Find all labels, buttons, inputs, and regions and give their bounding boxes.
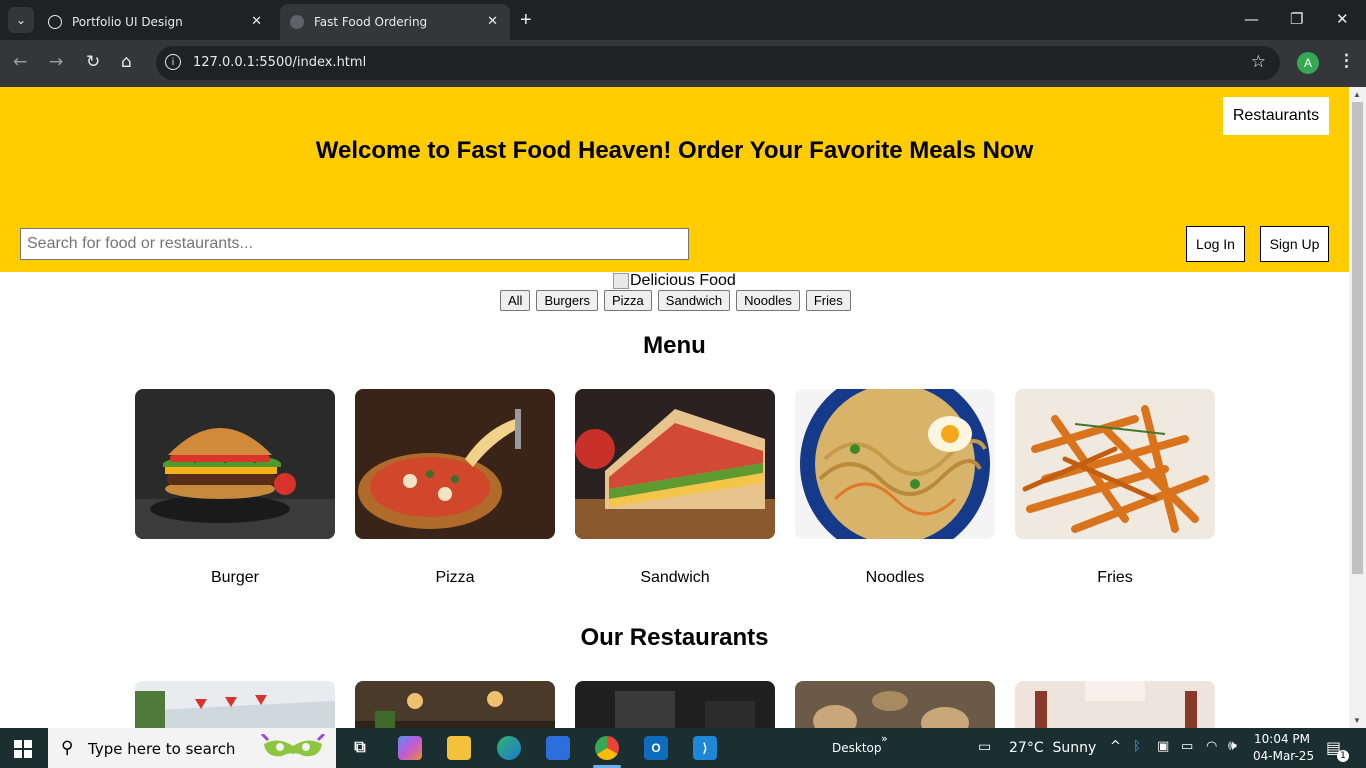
outlook-icon[interactable]: O <box>644 736 668 760</box>
filter-sandwich-button[interactable]: Sandwich <box>657 290 731 311</box>
scroll-up-icon[interactable]: ▲ <box>1353 90 1361 99</box>
close-tab-icon[interactable]: ✕ <box>487 14 498 29</box>
menu-card-pizza[interactable]: Pizza <box>355 389 555 587</box>
url-text[interactable]: 127.0.0.1:5500/index.html <box>193 55 366 70</box>
noodles-image[interactable] <box>795 389 995 539</box>
search-icon: ⚲ <box>61 738 74 757</box>
microsoft-store-icon[interactable] <box>546 736 570 760</box>
minimize-icon[interactable]: — <box>1244 10 1259 28</box>
search-input[interactable] <box>20 228 689 260</box>
clock-date[interactable]: 04-Mar-25 <box>1253 749 1314 763</box>
carnival-mask-icon <box>260 734 326 757</box>
restaurants-heading: Our Restaurants <box>580 624 769 651</box>
menu-card-noodles[interactable]: Noodles <box>795 389 995 587</box>
forward-arrow-icon[interactable]: → <box>49 52 63 72</box>
filter-pizza-button[interactable]: Pizza <box>603 290 652 311</box>
openai-icon <box>48 15 62 29</box>
restaurant-card[interactable] <box>355 681 555 728</box>
chevron-right-icon[interactable]: » <box>881 732 888 745</box>
restaurant-card[interactable] <box>795 681 995 728</box>
menu-item-name: Sandwich <box>640 569 710 586</box>
menu-item-name: Burger <box>210 569 260 586</box>
scroll-down-icon[interactable]: ▼ <box>1353 716 1361 725</box>
desktop-toolbar-label[interactable]: Desktop <box>832 741 882 755</box>
menu-item-name: Fries <box>1097 569 1133 586</box>
filter-noodles-button[interactable]: Noodles <box>736 290 800 311</box>
taskbar-search-box[interactable]: ⚲ Type here to search <box>48 728 336 768</box>
meet-now-icon[interactable]: ▣ <box>1157 739 1169 754</box>
vscode-icon[interactable]: ⟩ <box>693 736 717 760</box>
fries-image[interactable] <box>1015 389 1215 539</box>
filter-all-button[interactable]: All <box>500 290 531 311</box>
signup-button[interactable]: Sign Up <box>1260 226 1329 262</box>
edge-icon[interactable] <box>497 736 521 760</box>
notification-badge: 1 <box>1337 750 1349 762</box>
sandwich-image[interactable] <box>575 389 775 539</box>
hero-alt-text: Delicious Food <box>630 272 736 289</box>
tab-portfolio[interactable]: Portfolio UI Design ✕ <box>38 4 274 40</box>
page-scrollbar[interactable]: ▲ ▼ <box>1349 87 1366 728</box>
page-viewport: Restaurants Welcome to Fast Food Heaven!… <box>0 87 1366 728</box>
category-filters: All Burgers Pizza Sandwich Noodles Fries <box>500 290 851 311</box>
taskbar-search-placeholder: Type here to search <box>88 740 236 758</box>
more-menu-icon[interactable]: ⋮ <box>1338 51 1355 71</box>
home-icon[interactable]: ⌂ <box>121 52 132 72</box>
copilot-icon[interactable] <box>398 736 422 760</box>
menu-heading: Menu <box>643 332 706 359</box>
login-button[interactable]: Log In <box>1186 226 1245 262</box>
globe-icon <box>290 15 304 29</box>
restaurant-card[interactable] <box>135 681 335 728</box>
restore-icon[interactable]: ❐ <box>1290 10 1303 28</box>
new-tab-button[interactable]: + <box>520 10 532 30</box>
broken-image-icon <box>613 273 629 289</box>
browser-tab-bar: ⌄ Portfolio UI Design ✕ Fast Food Orderi… <box>0 0 1366 40</box>
restaurant-card[interactable] <box>1015 681 1215 728</box>
windows-taskbar: ⚲ Type here to search ⧉ O ⟩ Desktop » ▭ … <box>0 728 1366 768</box>
tab-title: Fast Food Ordering <box>314 15 428 29</box>
bookmark-star-icon[interactable]: ☆ <box>1251 52 1266 72</box>
menu-card-sandwich[interactable]: Sandwich <box>575 389 775 587</box>
site-header: Restaurants Welcome to Fast Food Heaven!… <box>0 87 1349 272</box>
chevron-up-icon[interactable]: ^ <box>1110 739 1121 754</box>
weather-icon[interactable]: ▭ <box>978 739 991 755</box>
chrome-icon[interactable] <box>595 736 619 760</box>
scrollbar-thumb[interactable] <box>1352 102 1363 574</box>
reload-icon[interactable]: ↻ <box>86 52 100 72</box>
filter-fries-button[interactable]: Fries <box>805 290 851 311</box>
windows-start-icon[interactable] <box>14 740 32 758</box>
menu-card-burger[interactable]: Burger <box>135 389 335 587</box>
address-bar[interactable]: i 127.0.0.1:5500/index.html ☆ <box>156 46 1280 80</box>
close-tab-icon[interactable]: ✕ <box>251 14 262 29</box>
tab-search-dropdown[interactable]: ⌄ <box>8 7 34 33</box>
wifi-icon[interactable]: ◠ <box>1206 739 1217 754</box>
filter-burgers-button[interactable]: Burgers <box>536 290 598 311</box>
menu-card-fries[interactable]: Fries <box>1015 389 1215 587</box>
pizza-image[interactable] <box>355 389 555 539</box>
menu-item-name: Noodles <box>865 569 925 586</box>
hero-image-broken: Delicious Food <box>613 272 736 290</box>
volume-icon[interactable]: 🕪 <box>1228 738 1237 754</box>
restaurant-card[interactable] <box>575 681 775 728</box>
menu-item-name: Pizza <box>435 569 475 586</box>
file-explorer-icon[interactable] <box>447 736 471 760</box>
profile-avatar[interactable]: A <box>1297 52 1319 74</box>
welcome-heading: Welcome to Fast Food Heaven! Order Your … <box>315 137 1034 164</box>
back-arrow-icon[interactable]: ← <box>13 52 27 72</box>
restaurants-nav-link[interactable]: Restaurants <box>1223 97 1329 135</box>
task-view-icon[interactable]: ⧉ <box>348 736 372 760</box>
browser-toolbar: ← → ↻ ⌂ i 127.0.0.1:5500/index.html ☆ A … <box>0 40 1366 87</box>
battery-icon[interactable]: ▭ <box>1181 739 1193 754</box>
bluetooth-icon[interactable]: ᛒ <box>1133 739 1141 754</box>
tab-fast-food[interactable]: Fast Food Ordering ✕ <box>280 4 510 40</box>
clock-time[interactable]: 10:04 PM <box>1254 732 1310 746</box>
site-info-icon[interactable]: i <box>165 54 181 70</box>
burger-image[interactable] <box>135 389 335 539</box>
weather-text[interactable]: 27°C Sunny <box>1009 740 1096 756</box>
tab-title: Portfolio UI Design <box>72 15 183 29</box>
close-window-icon[interactable]: ✕ <box>1336 10 1349 28</box>
